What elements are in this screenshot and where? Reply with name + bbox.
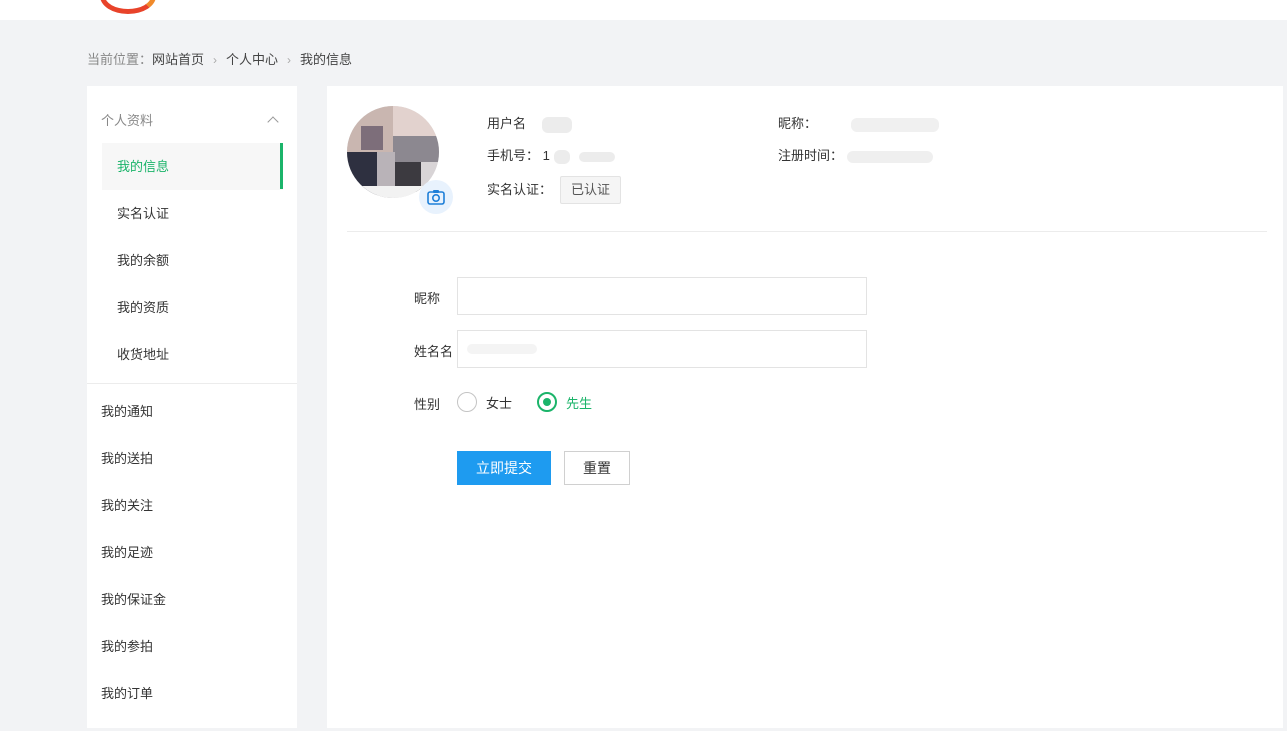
username-value-blurred bbox=[541, 116, 572, 133]
submit-button[interactable]: 立即提交 bbox=[457, 451, 551, 485]
chevron-up-icon[interactable] bbox=[267, 116, 279, 128]
sidebar-main-list: 我的通知 我的送拍 我的关注 我的足迹 我的保证金 我的参拍 我的订单 bbox=[87, 388, 297, 717]
nickname-info-label: 昵称： bbox=[778, 116, 818, 131]
breadcrumb-prefix: 当前位置： bbox=[87, 52, 153, 67]
sidebar-item-history[interactable]: 我的足迹 bbox=[87, 529, 297, 576]
sidebar-item-follows[interactable]: 我的关注 bbox=[87, 482, 297, 529]
sidebar-item-deposit[interactable]: 我的保证金 bbox=[87, 576, 297, 623]
camera-icon bbox=[427, 190, 445, 205]
sidebar-item-verification[interactable]: 实名认证 bbox=[87, 190, 297, 237]
breadcrumb: 当前位置： 网站首页 › 个人中心 › 我的信息 bbox=[87, 50, 352, 70]
sidebar-item-balance[interactable]: 我的余额 bbox=[87, 237, 297, 284]
sidebar-item-consignments[interactable]: 我的送拍 bbox=[87, 435, 297, 482]
sidebar-divider bbox=[87, 383, 297, 384]
username-label: 用户名 bbox=[487, 116, 527, 131]
gender-label-female[interactable]: 女士 bbox=[486, 393, 512, 412]
gender-radio-female[interactable] bbox=[457, 392, 477, 412]
chevron-right-icon: › bbox=[287, 53, 292, 67]
sidebar-sub-list: 我的信息 实名认证 我的余额 我的资质 收货地址 bbox=[87, 143, 297, 378]
breadcrumb-home[interactable]: 网站首页 bbox=[152, 50, 204, 70]
realname-row: 实名认证： 已认证 bbox=[487, 176, 622, 204]
name-label-text: 姓名 bbox=[414, 344, 441, 359]
username-row: 用户名 bbox=[487, 113, 572, 133]
phone-blur-2 bbox=[579, 151, 616, 162]
breadcrumb-current: 我的信息 bbox=[300, 52, 353, 67]
sidebar-item-qualification[interactable]: 我的资质 bbox=[87, 284, 297, 331]
gender-label-male[interactable]: 先生 bbox=[566, 393, 592, 412]
sidebar-item-my-info[interactable]: 我的信息 bbox=[102, 143, 283, 190]
gender-label: 性别 bbox=[414, 397, 441, 412]
realname-label: 实名认证： bbox=[487, 182, 553, 197]
sidebar-item-address[interactable]: 收货地址 bbox=[87, 331, 297, 378]
nickname-input[interactable] bbox=[457, 277, 867, 315]
chevron-right-icon: › bbox=[213, 53, 218, 67]
regtime-label: 注册时间： bbox=[778, 148, 844, 163]
sidebar: 个人资料 我的信息 实名认证 我的余额 我的资质 收货地址 我的通知 我的送拍 … bbox=[87, 86, 297, 728]
phone-value: 1 bbox=[542, 148, 550, 163]
nickname-row: 昵称： bbox=[778, 113, 939, 132]
section-divider bbox=[347, 231, 1267, 232]
phone-blur-1 bbox=[553, 149, 570, 164]
regtime-row: 注册时间： bbox=[778, 145, 933, 164]
sidebar-item-orders[interactable]: 我的订单 bbox=[87, 670, 297, 717]
gender-radio-male[interactable] bbox=[537, 392, 558, 412]
nickname-value-blurred bbox=[850, 117, 939, 132]
name-label: 姓名名 bbox=[414, 341, 453, 360]
sidebar-item-notifications[interactable]: 我的通知 bbox=[87, 388, 297, 435]
name-value-text: 名 bbox=[440, 344, 454, 359]
gender-radio-group: 女士 先生 bbox=[457, 392, 592, 412]
regtime-value-blurred bbox=[846, 150, 933, 163]
verified-badge: 已认证 bbox=[560, 176, 622, 204]
reset-button[interactable]: 重置 bbox=[564, 451, 630, 485]
name-value-blurred bbox=[467, 344, 537, 354]
breadcrumb-center[interactable]: 个人中心 bbox=[226, 50, 278, 70]
nickname-label: 昵称 bbox=[414, 291, 441, 306]
phone-label: 手机号： bbox=[487, 148, 540, 163]
sidebar-item-bids[interactable]: 我的参拍 bbox=[87, 623, 297, 670]
phone-row: 手机号： 1 bbox=[487, 145, 616, 164]
page-edge bbox=[1283, 86, 1287, 728]
top-header bbox=[0, 0, 1287, 20]
site-logo[interactable] bbox=[100, 0, 156, 14]
main-content: 用户名 手机号： 1 实名认证： 已认证 昵称： 注册时间： 昵称 姓名名 性别 … bbox=[327, 86, 1287, 728]
avatar-upload-button[interactable] bbox=[419, 180, 453, 214]
